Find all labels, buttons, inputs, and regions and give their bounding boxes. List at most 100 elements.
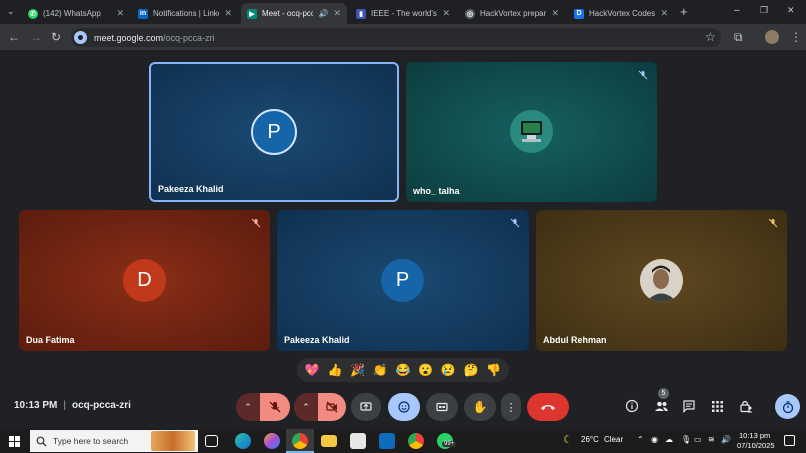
avatar [640, 259, 683, 302]
tray-app-icon[interactable]: ◉ [651, 435, 658, 444]
participant-tile[interactable]: who_ talha [406, 62, 657, 202]
windows-start-icon[interactable] [9, 436, 20, 447]
reaction-party[interactable]: 🎉 [350, 363, 365, 377]
reaction-thinking[interactable]: 🤔 [463, 363, 478, 377]
speaker-icon[interactable]: 🔊 [318, 9, 328, 18]
activities-button[interactable] [709, 398, 725, 414]
volume-icon[interactable]: 🔊 [721, 435, 731, 444]
companion-mode-button[interactable] [775, 394, 800, 419]
participant-tile[interactable]: Abdul Rehman [536, 210, 787, 351]
restore-button[interactable]: ❐ [760, 5, 768, 16]
tab-title: HackVortex preparat [480, 9, 547, 18]
captions-icon [436, 402, 448, 412]
url-input[interactable]: meet.google.com /ocq-pcca-zri [71, 28, 721, 47]
extensions-icon[interactable]: ⧉ [734, 29, 743, 45]
reactions-button[interactable] [388, 393, 420, 421]
microphone-icon[interactable]: 🎙 [681, 435, 691, 444]
hand-icon: ✋ [472, 400, 488, 414]
tab-meet[interactable]: ▶ Meet - ocq-pcca 🔊 ✕ [241, 3, 347, 24]
camera-off-icon [326, 401, 338, 413]
meeting-info: 10:13 PM | ocq-pcca-zri [14, 400, 131, 411]
weather-condition[interactable]: Clear [604, 435, 623, 444]
camera-toggle-button[interactable] [318, 393, 346, 421]
participant-tile[interactable]: P Pakeeza Khalid [149, 62, 399, 202]
meeting-code: ocq-pcca-zri [71, 400, 131, 411]
reaction-clap[interactable]: 👏 [373, 363, 388, 377]
store-icon[interactable] [350, 433, 366, 449]
reaction-sad[interactable]: 😢 [441, 363, 456, 377]
tab-title: HackVortex Codesto [589, 9, 656, 18]
close-icon[interactable]: ✕ [224, 8, 232, 19]
participant-name: Pakeeza Khalid [158, 184, 224, 194]
outlook-icon[interactable] [379, 433, 395, 449]
copilot-icon[interactable] [264, 433, 280, 449]
apps-grid-icon [711, 400, 723, 412]
leave-call-button[interactable] [527, 393, 569, 421]
close-icon[interactable]: ✕ [442, 8, 450, 19]
reaction-laugh[interactable]: 😂 [395, 363, 410, 377]
chevron-up-icon: ⌃ [244, 401, 252, 412]
chrome-profile-icon[interactable] [408, 433, 424, 449]
close-icon[interactable]: ✕ [660, 8, 668, 19]
cloud-icon[interactable]: ☁ [665, 435, 673, 444]
whatsapp-icon: ✆ [28, 8, 38, 19]
avatar: D [123, 259, 166, 302]
chat-button[interactable] [681, 398, 697, 414]
tab-hackvortex-codestorm[interactable]: D HackVortex Codesto ✕ [568, 3, 674, 24]
taskbar-search-input[interactable]: Type here to search [30, 430, 198, 452]
chat-icon [683, 400, 695, 413]
task-view-icon[interactable] [205, 435, 218, 447]
edge-icon[interactable] [235, 433, 251, 449]
mic-off-icon [269, 401, 281, 413]
video-options-button[interactable]: ⌃ [294, 393, 318, 421]
codestorm-icon: D [574, 8, 584, 19]
participant-tile[interactable]: P Pakeeza Khalid [277, 210, 529, 351]
clock-date[interactable]: 07/10/2025 [737, 441, 775, 450]
close-icon[interactable]: ✕ [116, 8, 124, 19]
new-tab-button[interactable]: + [680, 4, 688, 19]
forward-arrow-icon[interactable]: → [30, 29, 42, 45]
microphone-toggle-button[interactable] [260, 393, 290, 421]
tab-whatsapp[interactable]: ✆ (142) WhatsApp ✕ [22, 3, 130, 24]
more-options-button[interactable]: ⋮ [501, 393, 521, 421]
file-explorer-icon[interactable] [321, 435, 337, 447]
bookmark-star-icon[interactable]: ☆ [705, 29, 716, 45]
captions-button[interactable] [426, 393, 458, 421]
present-button[interactable] [351, 393, 381, 421]
site-info-icon[interactable] [74, 31, 87, 44]
close-window-button[interactable]: ✕ [787, 5, 795, 16]
battery-icon[interactable]: ▭ [694, 435, 702, 444]
tab-linkedin[interactable]: in Notifications | LinkedIn ✕ [132, 3, 238, 24]
audio-options-button[interactable]: ⌃ [236, 393, 260, 421]
profile-avatar[interactable] [765, 30, 779, 44]
back-arrow-icon[interactable]: ← [8, 29, 20, 45]
reaction-thumbs-down[interactable]: 👎 [486, 363, 501, 377]
more-menu-icon[interactable]: ⋮ [790, 29, 802, 45]
close-icon[interactable]: ✕ [551, 8, 559, 19]
notifications-icon[interactable] [784, 435, 795, 446]
mic-off-icon [638, 70, 648, 80]
meeting-details-button[interactable] [624, 398, 640, 414]
tab-hackvortex-prep[interactable]: ◎ HackVortex preparat ✕ [459, 3, 565, 24]
notification-badge: 99+ [442, 441, 457, 447]
people-button[interactable]: 5 [653, 388, 669, 414]
raise-hand-button[interactable]: ✋ [464, 393, 496, 421]
reaction-thumbs-up[interactable]: 👍 [328, 363, 343, 377]
avatar [510, 110, 553, 153]
clock-time[interactable]: 10:13 pm [739, 431, 770, 440]
tab-ieee[interactable]: ▮ IEEE - The world's la ✕ [350, 3, 456, 24]
host-controls-button[interactable] [738, 398, 754, 414]
tab-search-chevron-icon[interactable]: ⌄ [7, 6, 15, 17]
chrome-icon [292, 433, 308, 449]
meeting-controls: 10:13 PM | ocq-pcca-zri ⌃ ⌃ ✋ ⋮ 5 [0, 388, 806, 425]
reaction-heart[interactable]: 💖 [305, 363, 320, 377]
close-icon[interactable]: ✕ [333, 8, 341, 19]
participant-tile[interactable]: D Dua Fatima [19, 210, 270, 351]
wifi-icon[interactable]: ≋ [708, 435, 715, 444]
chevron-up-icon[interactable]: ⌃ [637, 435, 644, 444]
minimize-button[interactable]: – [734, 5, 740, 16]
reload-icon[interactable]: ↻ [51, 29, 61, 45]
reaction-surprised[interactable]: 😮 [418, 363, 433, 377]
weather-temperature[interactable]: 26°C [581, 435, 599, 444]
mic-off-icon [510, 218, 520, 228]
